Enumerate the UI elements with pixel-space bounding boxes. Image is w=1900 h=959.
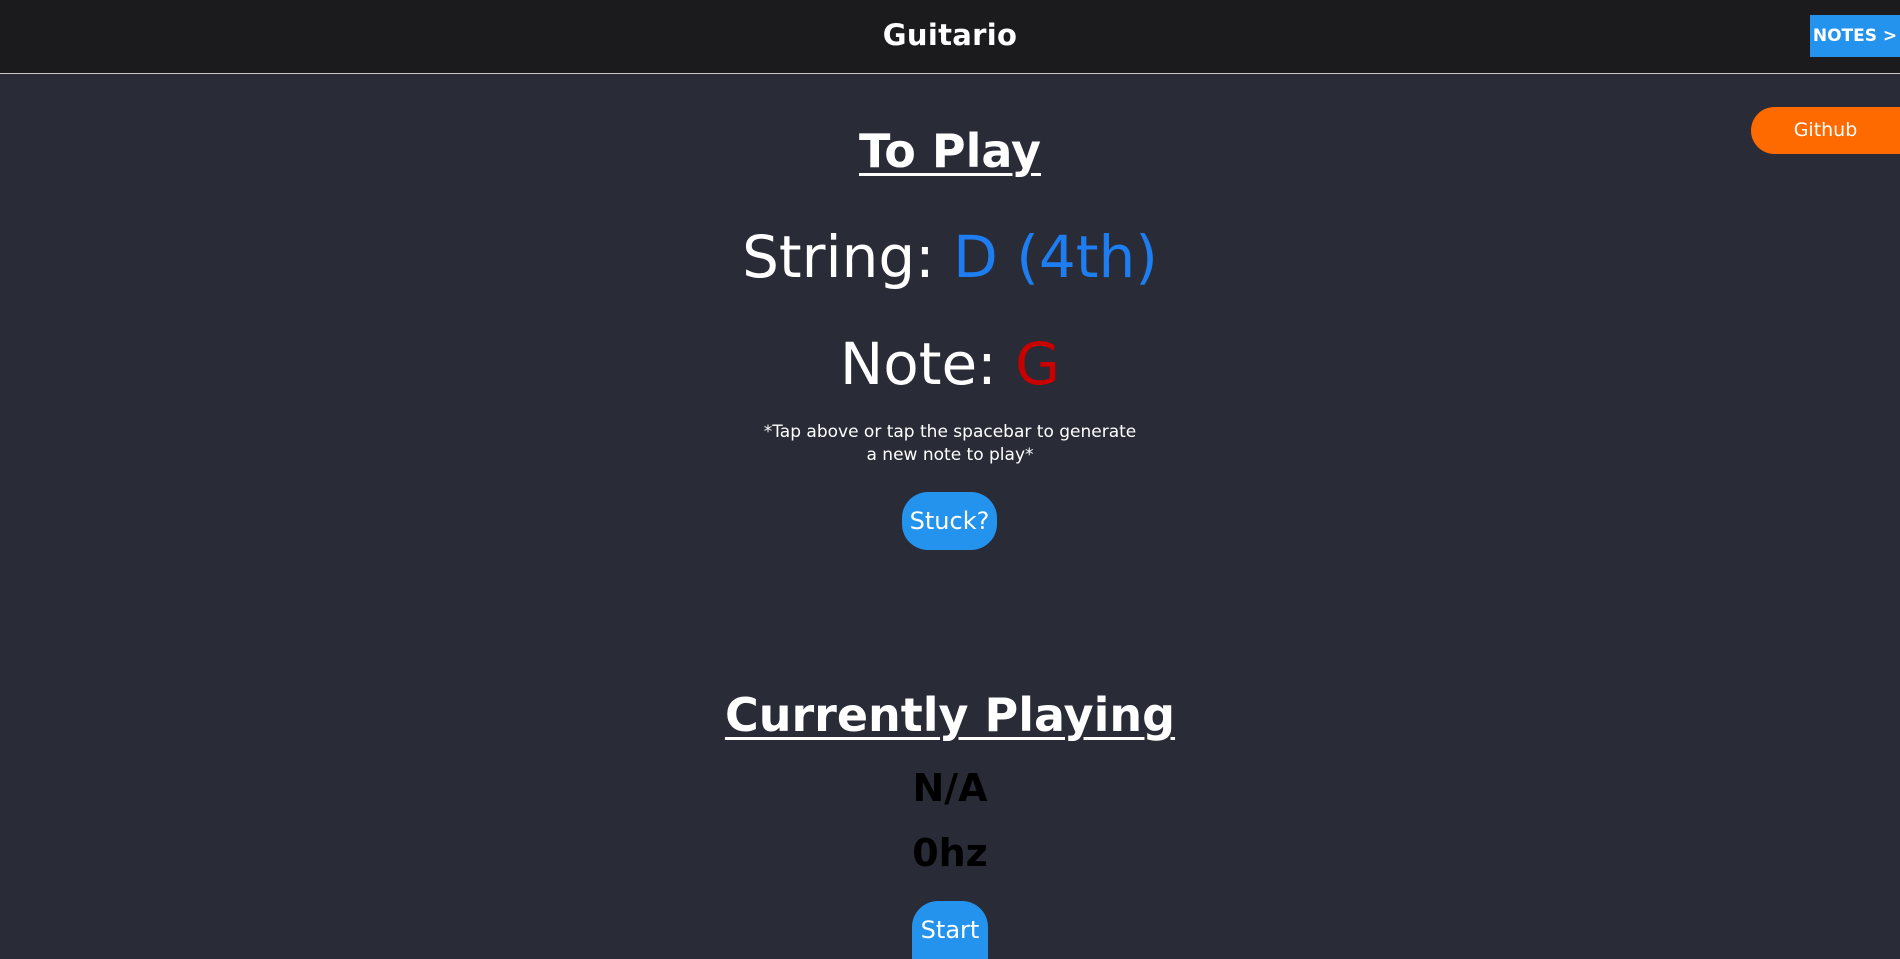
to-play-heading: To Play <box>859 124 1041 178</box>
string-value: D (4th) <box>953 223 1158 291</box>
current-frequency-value: 0hz <box>912 831 988 875</box>
note-value: G <box>1015 330 1061 398</box>
start-button[interactable]: Start <box>912 901 988 959</box>
notes-button[interactable]: NOTES > <box>1810 15 1900 57</box>
top-navbar: Guitario NOTES > <box>0 0 1900 74</box>
string-display[interactable]: String: D (4th) <box>0 222 1900 292</box>
note-label: Note: <box>839 330 1016 398</box>
app-title: Guitario <box>882 18 1018 52</box>
stuck-button[interactable]: Stuck? <box>902 492 997 550</box>
string-label: String: <box>742 223 954 291</box>
generate-hint: *Tap above or tap the spacebar to genera… <box>763 422 1137 465</box>
note-display[interactable]: Note: G <box>0 329 1900 399</box>
current-note-value: N/A <box>912 766 988 810</box>
currently-playing-heading: Currently Playing <box>724 688 1176 742</box>
